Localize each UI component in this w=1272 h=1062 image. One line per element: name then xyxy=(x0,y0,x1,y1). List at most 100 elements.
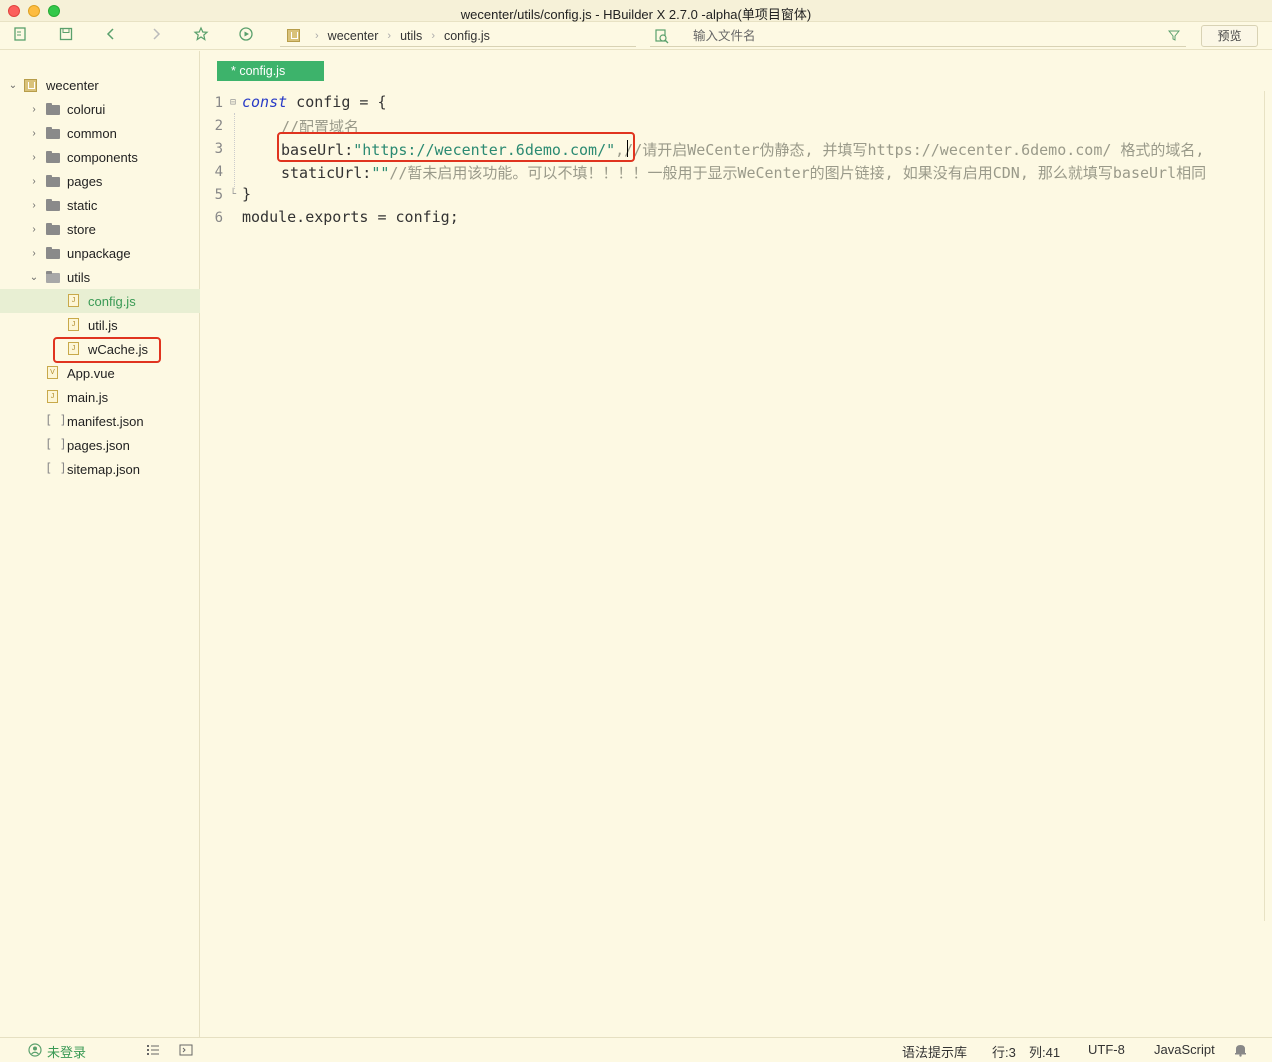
login-status[interactable]: 未登录 xyxy=(47,1042,86,1061)
line-number: 3 xyxy=(214,141,223,157)
chevron-right-icon[interactable]: › xyxy=(29,224,39,235)
tree-item-manifest-json[interactable]: [ ] manifest.json xyxy=(0,409,200,433)
project-icon xyxy=(24,78,37,92)
chevron-right-icon[interactable]: › xyxy=(29,128,39,139)
tree-item-label: util.js xyxy=(88,317,118,333)
json-file-icon: [ ] xyxy=(45,437,67,451)
run-icon[interactable] xyxy=(236,26,256,46)
chevron-down-icon[interactable]: ⌄ xyxy=(29,272,39,283)
line-number: 2 xyxy=(214,118,223,134)
folder-icon xyxy=(46,103,60,115)
tree-item-app-vue[interactable]: V App.vue xyxy=(0,361,200,385)
new-file-icon[interactable] xyxy=(10,26,30,46)
cursor-column[interactable]: 列:41 xyxy=(1029,1042,1060,1061)
line-number: 1 xyxy=(214,95,223,111)
tree-item-label: pages.json xyxy=(67,437,130,453)
js-file-icon: J xyxy=(68,294,79,307)
language-selector[interactable]: JavaScript xyxy=(1154,1042,1215,1057)
toolbar: › wecenter › utils › config.js 预览 xyxy=(0,22,1272,50)
chevron-right-icon[interactable]: › xyxy=(29,248,39,259)
line-number: 4 xyxy=(214,164,223,180)
tree-item-colorui[interactable]: › colorui xyxy=(0,97,200,121)
tree-item-label: pages xyxy=(67,173,103,189)
vue-file-icon: V xyxy=(47,366,58,379)
tree-item-config-js[interactable]: J config.js xyxy=(0,289,200,313)
project-explorer: ⌄ wecenter › colorui › common › componen… xyxy=(0,51,200,1037)
tree-item-pages-json[interactable]: [ ] pages.json xyxy=(0,433,200,457)
text-caret xyxy=(627,140,628,157)
tree-item-pages[interactable]: › pages xyxy=(0,169,200,193)
chevron-right-icon[interactable]: › xyxy=(29,104,39,115)
folder-icon xyxy=(46,175,60,187)
chevron-right-icon[interactable]: › xyxy=(29,200,39,211)
vertical-scrollbar[interactable] xyxy=(1264,91,1272,921)
annotation-highlight-box xyxy=(277,132,635,162)
line-number: 5 xyxy=(214,187,223,203)
outline-icon[interactable] xyxy=(146,1043,160,1060)
folder-icon xyxy=(46,151,60,163)
tree-item-utils[interactable]: ⌄ utils xyxy=(0,265,200,289)
chevron-right-icon[interactable]: › xyxy=(29,176,39,187)
file-search-box xyxy=(650,25,1186,47)
tree-item-unpackage[interactable]: › unpackage xyxy=(0,241,200,265)
tab-config-js[interactable]: * config.js xyxy=(217,61,324,81)
tree-item-common[interactable]: › common xyxy=(0,121,200,145)
fold-guide xyxy=(234,113,235,189)
tree-item-sitemap-json[interactable]: [ ] sitemap.json xyxy=(0,457,200,481)
code-line-5: } xyxy=(242,185,252,203)
tree-item-label: colorui xyxy=(67,101,106,117)
user-icon[interactable] xyxy=(28,1043,42,1060)
code-line-6: module.exports = config; xyxy=(242,208,459,226)
annotation-highlight-box xyxy=(53,337,161,363)
fold-toggle-icon[interactable]: ⊟ xyxy=(230,97,236,108)
chevron-down-icon[interactable]: ⌄ xyxy=(8,80,18,91)
js-file-icon: J xyxy=(68,318,79,331)
code-editor[interactable]: * config.js 1 2 3 4 5 6 ⊟ └ const config… xyxy=(201,51,1272,1037)
file-search-input[interactable] xyxy=(693,28,1133,43)
json-file-icon: [ ] xyxy=(45,461,67,475)
string-token: "" xyxy=(371,164,390,182)
code-token: config = { xyxy=(287,93,387,111)
folder-icon xyxy=(46,247,60,259)
syntax-library-button[interactable]: 语法提示库 xyxy=(902,1042,967,1061)
keyword-token: const xyxy=(242,93,288,111)
tree-item-label: wecenter xyxy=(46,77,99,93)
status-bar: 未登录 语法提示库 行:3 列:41 UTF-8 JavaScript xyxy=(0,1037,1272,1062)
line-number: 6 xyxy=(214,210,223,226)
forward-icon[interactable] xyxy=(146,26,166,46)
code-token: staticUrl: xyxy=(281,164,372,182)
breadcrumb-item-file[interactable]: config.js xyxy=(444,29,490,43)
preview-button[interactable]: 预览 xyxy=(1201,25,1258,47)
tree-item-label: sitemap.json xyxy=(67,461,140,477)
filter-icon[interactable] xyxy=(1167,28,1181,46)
app-window: wecenter/utils/config.js - HBuilder X 2.… xyxy=(0,0,1272,1062)
breadcrumb-item-project[interactable]: wecenter xyxy=(328,29,379,43)
tree-item-label: static xyxy=(67,197,98,213)
encoding-selector[interactable]: UTF-8 xyxy=(1088,1042,1125,1057)
chevron-right-icon: › xyxy=(387,29,392,42)
tree-item-label: App.vue xyxy=(67,365,115,381)
project-icon xyxy=(287,29,300,42)
save-icon[interactable] xyxy=(56,26,76,46)
chevron-right-icon[interactable]: › xyxy=(29,152,39,163)
folder-icon xyxy=(46,223,60,235)
tree-item-static[interactable]: › static xyxy=(0,193,200,217)
chevron-right-icon: › xyxy=(315,29,319,42)
star-icon[interactable] xyxy=(191,26,211,46)
folder-open-icon xyxy=(46,271,60,283)
tree-item-project[interactable]: ⌄ wecenter xyxy=(0,73,200,97)
breadcrumb-item-folder[interactable]: utils xyxy=(400,29,422,43)
tree-item-label: main.js xyxy=(67,389,109,405)
tree-item-util-js[interactable]: J util.js xyxy=(0,313,200,337)
tree-item-label: unpackage xyxy=(67,245,131,261)
fold-end-icon: └ xyxy=(230,189,237,200)
tree-item-main-js[interactable]: J main.js xyxy=(0,385,200,409)
terminal-icon[interactable] xyxy=(179,1043,193,1060)
tree-item-store[interactable]: › store xyxy=(0,217,200,241)
back-icon[interactable] xyxy=(101,26,121,46)
cursor-row[interactable]: 行:3 xyxy=(992,1042,1016,1061)
json-file-icon: [ ] xyxy=(45,413,67,427)
tree-item-components[interactable]: › components xyxy=(0,145,200,169)
code-line-4: staticUrl:""//暂未启用该功能。可以不填！！！！一般用于显示WeCe… xyxy=(281,162,1263,183)
bell-icon[interactable] xyxy=(1234,1043,1247,1060)
